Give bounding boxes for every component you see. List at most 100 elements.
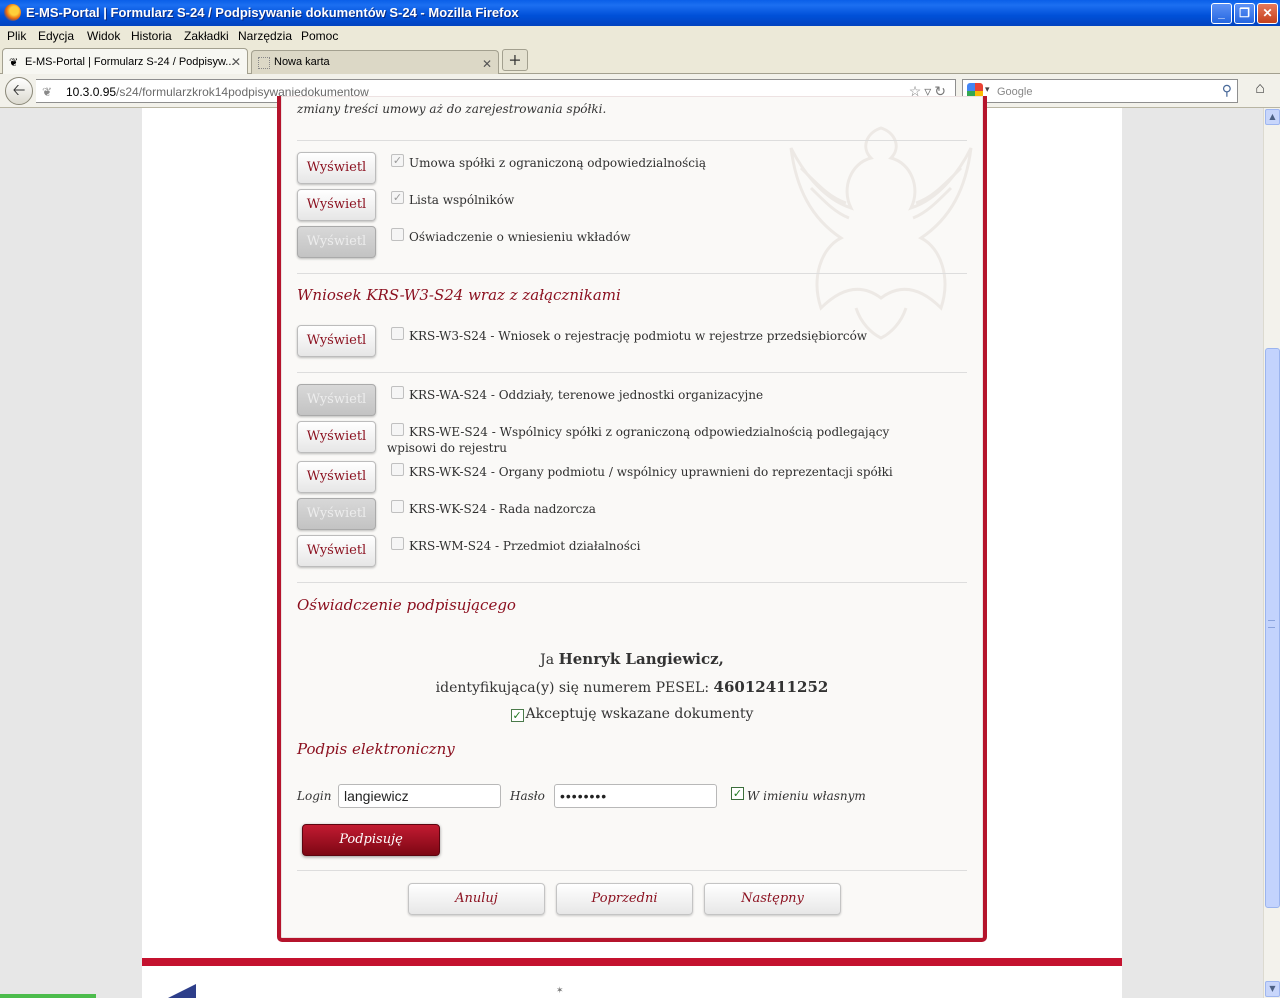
new-tab-button[interactable]: + [502,49,528,71]
footer-red-stripe [142,958,1122,966]
document-row: Wyświetl KRS-W3-S24 - Wniosek o rejestra… [297,325,967,359]
tab-ems-portal[interactable]: ❦ E-MS-Portal | Formularz S-24 / Podpisy… [2,48,248,74]
password-input[interactable]: •••••••• [554,784,717,808]
menu-widok[interactable]: Widok [87,29,120,43]
login-label: Login [297,789,332,803]
document-checkbox [391,500,404,513]
blank-page-icon [258,57,270,69]
view-button[interactable]: Wyświetl [297,421,376,453]
document-checkbox [391,386,404,399]
site-identity-icon[interactable]: ❦ [42,85,52,99]
scroll-down-icon[interactable]: ▼ [1265,981,1280,997]
cancel-button[interactable]: Anuluj [408,883,545,915]
minimize-button[interactable]: _ [1211,3,1232,24]
menu-bar: Plik Edycja Widok Historia Zakładki Narz… [0,26,1280,46]
footer-logo-icon [168,984,196,998]
home-icon[interactable]: ⌂ [1248,80,1272,102]
document-row: Wyświetl ✓ Lista wspólników [297,189,967,223]
signer-pesel: 46012411252 [713,678,829,696]
view-button[interactable]: Wyświetl [297,535,376,567]
tab-close-icon[interactable]: ✕ [231,55,241,69]
scrollbar-thumb[interactable] [1265,348,1280,908]
login-input[interactable]: langiewicz [338,784,501,808]
menu-plik[interactable]: Plik [7,29,26,43]
eagle-favicon-icon: ❦ [9,57,19,69]
menu-historia[interactable]: Historia [131,29,172,43]
document-row: Wyświetl ✓ Umowa spółki z ograniczoną od… [297,152,967,186]
menu-pomoc[interactable]: Pomoc [301,29,338,43]
section-title-krs: Wniosek KRS-W3-S24 wraz z załącznikami [297,286,621,304]
tab-close-icon[interactable]: ✕ [482,57,492,71]
accept-documents-checkbox[interactable]: ✓ [510,709,524,722]
tab-new[interactable]: Nowa karta ✕ [251,50,499,74]
document-label: KRS-WA-S24 - Oddziały, terenowe jednostk… [409,388,764,402]
search-icon[interactable]: ⚲ [1222,82,1232,99]
view-button[interactable]: Wyświetl [297,189,376,221]
view-button[interactable]: Wyświetl [297,325,376,357]
declaration-pesel-line: identyfikująca(y) się numerem PESEL: 460… [435,678,829,696]
window-title: E-MS-Portal | Formularz S-24 / Podpisywa… [26,5,519,20]
signing-form-panel: zmiany treści umowy aż do zarejestrowani… [277,96,987,942]
document-row: Wyświetl KRS-WA-S24 - Oddziały, terenowe… [297,384,967,418]
document-checkbox: ✓ [391,154,404,167]
scroll-up-icon[interactable]: ▲ [1265,109,1280,125]
search-placeholder: Google [997,86,1033,98]
own-name-checkbox[interactable]: ✓ [731,787,744,800]
document-checkbox [391,228,404,241]
back-button[interactable]: 🡠 [5,77,33,105]
previous-button[interactable]: Poprzedni [556,883,693,915]
close-button[interactable]: ✕ [1257,3,1278,24]
document-label: Lista wspólników [409,193,515,207]
document-label: KRS-WM-S24 - Przedmiot działalności [409,539,641,553]
document-label: Oświadczenie o wniesieniu wkładów [409,230,631,244]
document-row: Wyświetl KRS-WK-S24 - Organy podmiotu / … [297,461,967,495]
document-row: Wyświetl KRS-WE-S24 - Wspólnicy spółki z… [297,421,967,455]
document-label: KRS-W3-S24 - Wniosek o rejestrację podmi… [409,329,868,343]
tab-label: E-MS-Portal | Formularz S-24 / Podpisyw.… [25,56,235,68]
taskbar-edge [0,994,96,998]
divider [297,582,967,583]
view-button[interactable]: Wyświetl [297,461,376,493]
intro-text: zmiany treści umowy aż do zarejestrowani… [297,102,607,116]
scrollbar-grip-icon [1268,620,1275,628]
document-checkbox: ✓ [391,191,404,204]
accept-documents-row: ✓ Akceptuję wskazane dokumenty [297,706,967,722]
signer-name: Henryk Langiewicz, [558,650,724,668]
firefox-icon [4,4,21,21]
document-label: KRS-WK-S24 - Organy podmiotu / wspólnicy… [409,465,893,479]
view-button-disabled: Wyświetl [297,226,376,258]
document-row: Wyświetl Oświadczenie o wniesieniu wkład… [297,226,967,260]
menu-narzedzia[interactable]: Narzędzia [238,29,292,43]
view-button-disabled: Wyświetl [297,384,376,416]
document-label: KRS-WK-S24 - Rada nadzorcza [409,502,596,516]
sign-button[interactable]: Podpisuję [302,824,440,856]
restore-button[interactable]: ❐ [1234,3,1255,24]
divider [297,273,967,274]
document-label: Umowa spółki z ograniczoną odpowiedzialn… [409,156,706,170]
divider [297,372,967,373]
document-row: Wyświetl KRS-WM-S24 - Przedmiot działaln… [297,535,967,569]
document-row: Wyświetl KRS-WK-S24 - Rada nadzorcza [297,498,967,532]
accept-documents-label: Akceptuję wskazane dokumenty [525,706,754,722]
section-title-signature: Podpis elektroniczny [297,740,455,758]
vertical-scrollbar[interactable]: ▲ ▼ [1263,108,1280,998]
view-button-disabled: Wyświetl [297,498,376,530]
own-name-label: W imieniu własnym [747,789,866,803]
section-title-declaration: Oświadczenie podpisującego [297,596,516,614]
menu-zakladki[interactable]: Zakładki [184,29,229,43]
password-label: Hasło [510,789,545,803]
window-title-bar: E-MS-Portal | Formularz S-24 / Podpisywa… [0,0,1280,26]
document-label: KRS-WE-S24 - Wspólnicy spółki z ogranicz… [387,425,890,455]
divider [297,870,967,871]
next-button[interactable]: Następny [704,883,841,915]
search-bar[interactable]: ▾ Google ⚲ [962,79,1238,103]
document-checkbox [391,463,404,476]
menu-edycja[interactable]: Edycja [38,29,74,43]
view-button[interactable]: Wyświetl [297,152,376,184]
document-checkbox [391,537,404,550]
divider [297,140,967,141]
chevron-down-icon[interactable]: ▾ [985,84,990,95]
tab-bar: ❦ E-MS-Portal | Formularz S-24 / Podpisy… [0,46,1280,74]
tab-label: Nowa karta [274,56,330,68]
document-checkbox [391,327,404,340]
